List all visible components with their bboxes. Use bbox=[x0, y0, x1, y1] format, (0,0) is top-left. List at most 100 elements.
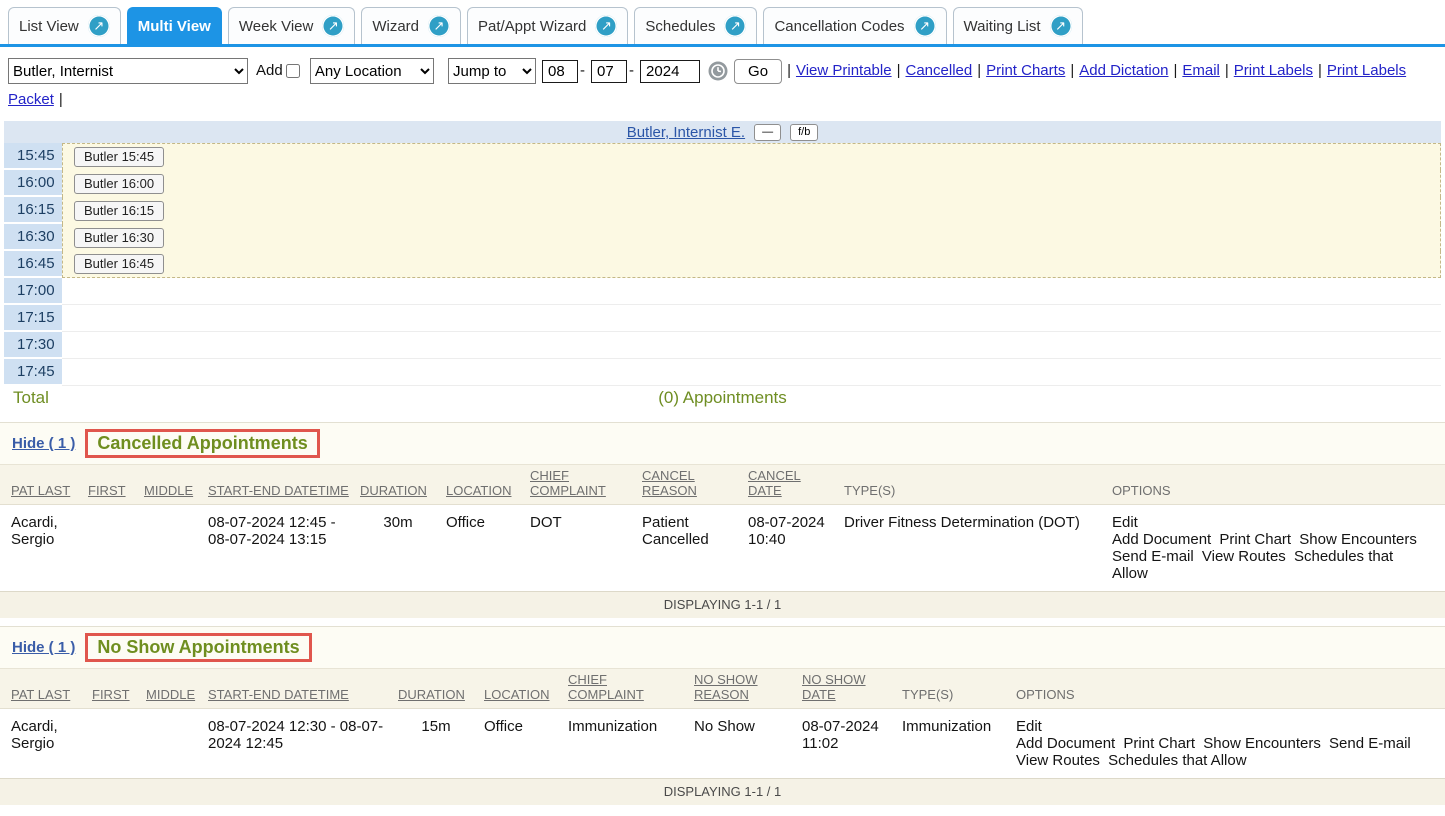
schedule-row: 17:00 bbox=[4, 278, 1441, 305]
collapse-column-button[interactable]: — bbox=[754, 124, 781, 141]
time-slot-16-30[interactable]: 16:30 bbox=[4, 224, 62, 251]
time-slot-16-45[interactable]: 16:45 bbox=[4, 251, 62, 278]
open-new-window-icon[interactable]: ↗ bbox=[914, 15, 936, 37]
column-header-start-end-datetime[interactable]: START-END DATETIME bbox=[208, 669, 398, 709]
tab-waiting-list[interactable]: Waiting List ↗ bbox=[953, 7, 1083, 44]
column-header-first[interactable]: FIRST bbox=[92, 669, 146, 709]
date-day-input[interactable] bbox=[591, 60, 627, 83]
date-year-input[interactable] bbox=[640, 60, 700, 83]
slot-button-butler-16-15[interactable]: Butler 16:15 bbox=[74, 201, 164, 221]
jump-to-select[interactable]: Jump to bbox=[448, 58, 536, 84]
column-header-pat-last[interactable]: PAT LAST bbox=[0, 465, 88, 505]
column-header-first[interactable]: FIRST bbox=[88, 465, 144, 505]
column-header-location[interactable]: LOCATION bbox=[446, 465, 530, 505]
schedule-provider-header: Butler, Internist E. — f/b bbox=[4, 121, 1441, 143]
option-add-document[interactable]: Add Document bbox=[1016, 735, 1115, 752]
go-button[interactable]: Go bbox=[734, 59, 782, 84]
option-print-chart[interactable]: Print Chart bbox=[1219, 531, 1291, 548]
option-add-document[interactable]: Add Document bbox=[1112, 531, 1211, 548]
cell-datetime: 08-07-2024 12:30 - 08-07-2024 12:45 bbox=[208, 709, 398, 779]
print-charts-link[interactable]: Print Charts bbox=[986, 62, 1065, 79]
column-header-location[interactable]: LOCATION bbox=[484, 669, 568, 709]
cell-datetime: 08-07-2024 12:45 - 08-07-2024 13:15 bbox=[208, 505, 360, 592]
open-new-window-icon[interactable]: ↗ bbox=[428, 15, 450, 37]
option-send-email[interactable]: Send E-mail bbox=[1329, 735, 1411, 752]
column-header-cancel-date[interactable]: CANCEL DATE bbox=[748, 465, 844, 505]
open-new-window-icon[interactable]: ↗ bbox=[88, 15, 110, 37]
option-print-chart[interactable]: Print Chart bbox=[1123, 735, 1195, 752]
tab-week-view[interactable]: Week View ↗ bbox=[228, 7, 355, 44]
schedule-grid: Butler, Internist E. — f/b 15:45 Butler … bbox=[4, 121, 1441, 414]
print-labels-link[interactable]: Print Labels bbox=[1234, 62, 1313, 79]
column-header-no-show-reason[interactable]: NO SHOW REASON bbox=[694, 669, 802, 709]
column-header-pat-last[interactable]: PAT LAST bbox=[0, 669, 92, 709]
link-separator: | bbox=[1173, 62, 1177, 79]
option-send-email[interactable]: Send E-mail bbox=[1112, 548, 1194, 565]
column-header-types: TYPE(S) bbox=[902, 669, 1016, 709]
tab-wizard[interactable]: Wizard ↗ bbox=[361, 7, 461, 44]
option-edit[interactable]: Edit bbox=[1016, 718, 1042, 735]
clock-icon[interactable] bbox=[708, 61, 728, 81]
table-header-row: PAT LAST FIRST MIDDLE START-END DATETIME… bbox=[0, 669, 1445, 709]
displaying-status: DISPLAYING 1-1 / 1 bbox=[0, 591, 1445, 618]
cell-first bbox=[88, 505, 144, 592]
cancelled-link[interactable]: Cancelled bbox=[906, 62, 973, 79]
cell-cancel-reason: Patient Cancelled bbox=[642, 505, 748, 592]
column-header-middle[interactable]: MIDDLE bbox=[146, 669, 208, 709]
total-row: Total (0) Appointments bbox=[4, 386, 1441, 414]
section-head: Hide ( 1 ) Cancelled Appointments bbox=[0, 423, 1445, 464]
open-new-window-icon[interactable]: ↗ bbox=[1050, 15, 1072, 37]
view-printable-link[interactable]: View Printable bbox=[796, 62, 892, 79]
time-slot-16-00[interactable]: 16:00 bbox=[4, 170, 62, 197]
date-month-input[interactable] bbox=[542, 60, 578, 83]
empty-slot-area bbox=[62, 305, 1441, 332]
column-header-chief-complaint[interactable]: CHIEF COMPLAINT bbox=[568, 669, 694, 709]
tab-cancellation-codes[interactable]: Cancellation Codes ↗ bbox=[763, 7, 946, 44]
time-slot-15-45[interactable]: 15:45 bbox=[4, 143, 62, 170]
time-slot-16-15[interactable]: 16:15 bbox=[4, 197, 62, 224]
cell-middle bbox=[144, 505, 208, 592]
date-separator: - bbox=[580, 62, 585, 79]
tab-pat-appt-wizard[interactable]: Pat/Appt Wizard ↗ bbox=[467, 7, 628, 44]
column-header-no-show-date[interactable]: NO SHOW DATE bbox=[802, 669, 902, 709]
time-slot-17-45[interactable]: 17:45 bbox=[4, 359, 62, 386]
location-select[interactable]: Any Location bbox=[310, 58, 434, 84]
option-show-encounters[interactable]: Show Encounters bbox=[1203, 735, 1321, 752]
add-dictation-link[interactable]: Add Dictation bbox=[1079, 62, 1168, 79]
time-slot-17-15[interactable]: 17:15 bbox=[4, 305, 62, 332]
time-slot-17-30[interactable]: 17:30 bbox=[4, 332, 62, 359]
open-new-window-icon[interactable]: ↗ bbox=[595, 15, 617, 37]
column-header-middle[interactable]: MIDDLE bbox=[144, 465, 208, 505]
column-header-duration[interactable]: DURATION bbox=[360, 465, 446, 505]
hide-toggle-link[interactable]: Hide ( 1 ) bbox=[12, 639, 75, 656]
provider-select[interactable]: Butler, Internist bbox=[8, 58, 248, 84]
column-header-duration[interactable]: DURATION bbox=[398, 669, 484, 709]
schedule-row: 16:30 Butler 16:30 bbox=[4, 224, 1441, 251]
option-schedules-that-allow[interactable]: Schedules that Allow bbox=[1108, 752, 1246, 769]
slot-button-butler-16-45[interactable]: Butler 16:45 bbox=[74, 254, 164, 274]
tab-list-view[interactable]: List View ↗ bbox=[8, 7, 121, 44]
option-view-routes[interactable]: View Routes bbox=[1016, 752, 1100, 769]
fb-button[interactable]: f/b bbox=[790, 124, 818, 141]
date-separator: - bbox=[629, 62, 634, 79]
hide-toggle-link[interactable]: Hide ( 1 ) bbox=[12, 435, 75, 452]
tab-label: Wizard bbox=[372, 18, 419, 35]
open-new-window-icon[interactable]: ↗ bbox=[724, 15, 746, 37]
tab-multi-view[interactable]: Multi View bbox=[127, 7, 222, 44]
option-show-encounters[interactable]: Show Encounters bbox=[1299, 531, 1417, 548]
column-header-chief-complaint[interactable]: CHIEF COMPLAINT bbox=[530, 465, 642, 505]
option-view-routes[interactable]: View Routes bbox=[1202, 548, 1286, 565]
column-header-start-end-datetime[interactable]: START-END DATETIME bbox=[208, 465, 360, 505]
provider-header-link[interactable]: Butler, Internist E. bbox=[627, 124, 745, 141]
slot-button-butler-15-45[interactable]: Butler 15:45 bbox=[74, 147, 164, 167]
tab-schedules[interactable]: Schedules ↗ bbox=[634, 7, 757, 44]
time-slot-17-00[interactable]: 17:00 bbox=[4, 278, 62, 305]
slot-button-butler-16-30[interactable]: Butler 16:30 bbox=[74, 228, 164, 248]
email-link[interactable]: Email bbox=[1182, 62, 1220, 79]
column-header-cancel-reason[interactable]: CANCEL REASON bbox=[642, 465, 748, 505]
add-checkbox[interactable] bbox=[286, 64, 300, 78]
open-new-window-icon[interactable]: ↗ bbox=[322, 15, 344, 37]
slot-button-butler-16-00[interactable]: Butler 16:00 bbox=[74, 174, 164, 194]
section-head: Hide ( 1 ) No Show Appointments bbox=[0, 627, 1445, 668]
option-edit[interactable]: Edit bbox=[1112, 514, 1138, 531]
